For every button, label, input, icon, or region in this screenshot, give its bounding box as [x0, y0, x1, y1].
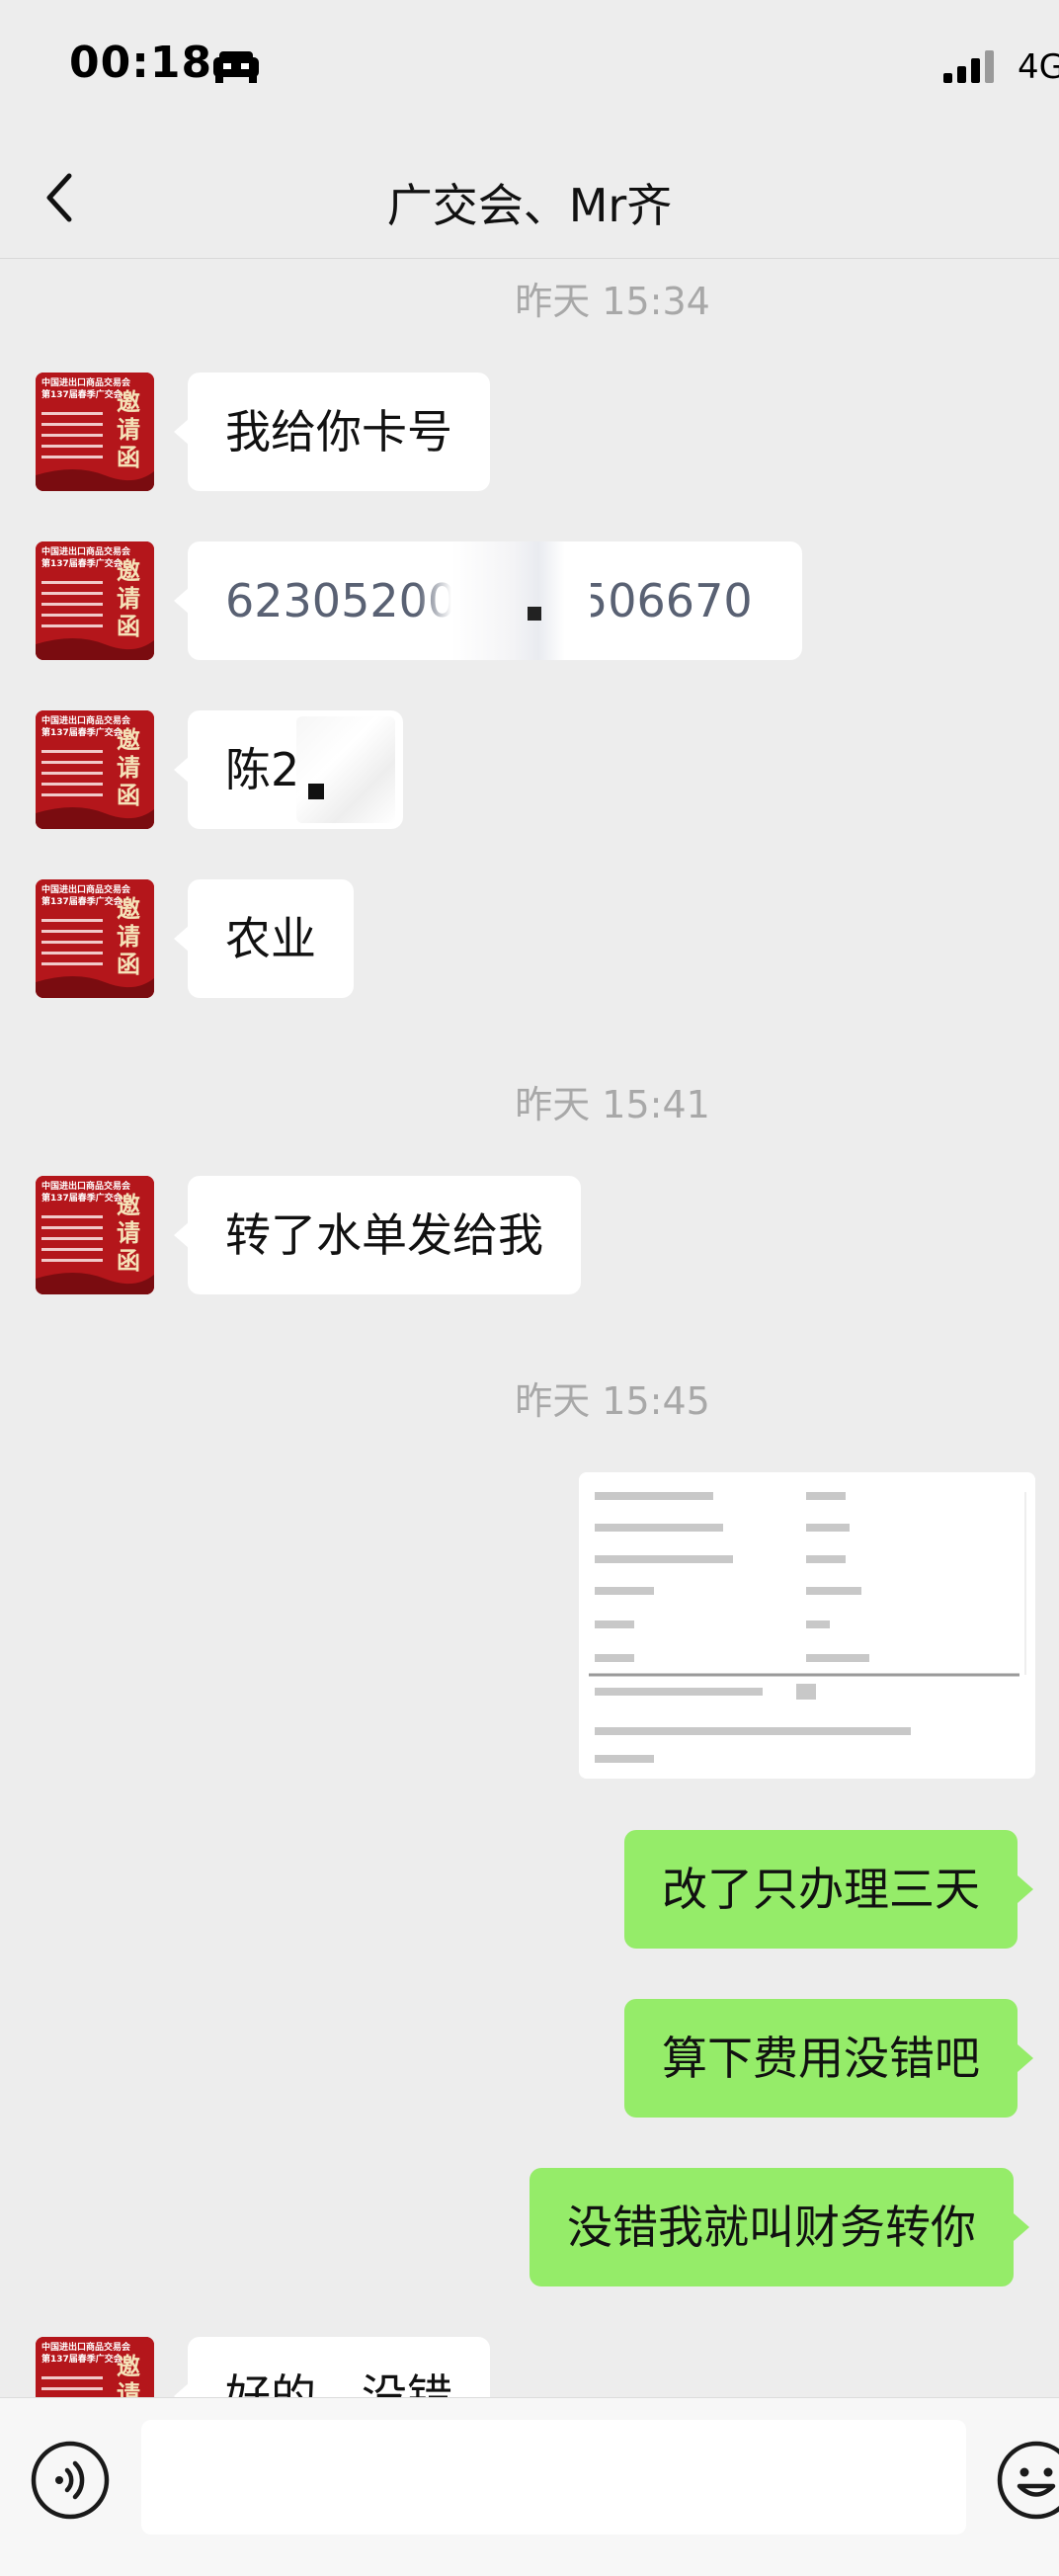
avatar-caption: 第137届春季广交会 [41, 2353, 123, 2365]
voice-icon[interactable] [30, 2440, 111, 2521]
input-bar [0, 2397, 1059, 2576]
avatar-stamp-char: 邀 [117, 556, 140, 585]
avatar-stamp-char: 邀 [117, 2352, 140, 2380]
avatar-stamp-char: 请 [117, 584, 140, 613]
redaction-blur [296, 716, 395, 823]
avatar-stamp-char: 请 [117, 753, 140, 782]
avatar-caption: 第137届春季广交会 [41, 726, 123, 738]
timestamp: 昨天 15:41 [515, 1083, 710, 1126]
timestamp: 昨天 15:34 [515, 280, 710, 323]
avatar-stamp-char: 邀 [117, 1191, 140, 1219]
nav-bar: 广交会、Mr齐 [0, 138, 1059, 259]
avatar-stamp-char: 函 [117, 443, 140, 471]
chat-title: 广交会、Mr齐 [386, 179, 673, 232]
avatar-image: 中国进出口商品交易会第137届春季广交会邀请函 [36, 879, 154, 998]
network-label: 4G [1018, 47, 1059, 87]
avatar-image: 中国进出口商品交易会第137届春季广交会邀请函 [36, 710, 154, 829]
avatar-caption: 第137届春季广交会 [41, 557, 123, 569]
status-bar: 00:18 4G [0, 0, 1059, 138]
message-bubble[interactable]: 改了只办理三天 [624, 1830, 1033, 1949]
avatar-stamp-char: 邀 [117, 894, 140, 923]
avatar-stamp-char: 邀 [117, 387, 140, 416]
message-bubble[interactable]: 我给你卡号 [174, 373, 490, 491]
message-bubble[interactable]: 陈2 [174, 710, 403, 829]
avatar-stamp-char: 邀 [117, 725, 140, 754]
avatar-stamp-char: 函 [117, 612, 140, 640]
message-bubble[interactable]: 623052008 506670 [174, 541, 802, 660]
status-time: 00:18 [69, 38, 213, 88]
avatar[interactable]: 中国进出口商品交易会第137届春季广交会邀请函 [36, 541, 154, 660]
emoji-icon[interactable] [996, 2440, 1059, 2521]
redaction-mark [308, 784, 324, 799]
avatar-image: 中国进出口商品交易会第137届春季广交会邀请函 [36, 541, 154, 660]
avatar-stamp-char: 函 [117, 1246, 140, 1275]
message-text: 陈2 [225, 743, 300, 796]
message-bubble[interactable]: 农业 [174, 879, 354, 998]
avatar-caption: 第137届春季广交会 [41, 388, 123, 400]
chat-screen: 00:18 4G 广交会、Mr齐 昨天 15:34 中国进出口商品交易会 第137… [0, 0, 1059, 2576]
avatar-caption: 第137届春季广交会 [41, 1192, 123, 1204]
signal-icon [943, 50, 994, 83]
car-icon [213, 51, 259, 83]
avatar[interactable]: 中国进出口商品交易会第137届春季广交会邀请函 [36, 710, 154, 829]
avatar-image: 中国进出口商品交易会第137届春季广交会邀请函 [36, 1176, 154, 1294]
timestamp: 昨天 15:45 [515, 1379, 710, 1423]
card-number-end: 506670 [579, 574, 753, 627]
message-bubble[interactable]: 算下费用没错吧 [624, 1999, 1033, 2118]
message-bubble[interactable]: 没错我就叫财务转你 [530, 2168, 1029, 2286]
redaction-blur [417, 541, 591, 660]
avatar-image: 中国进出口商品交易会第137届春季广交会邀请函 [36, 373, 154, 491]
avatar[interactable]: 中国进出口商品交易会第137届春季广交会邀请函 [36, 1176, 154, 1294]
avatar-stamp-char: 请 [117, 922, 140, 951]
image-message[interactable] [579, 1472, 1035, 1779]
avatar-stamp-char: 函 [117, 950, 140, 978]
avatar-stamp-char: 函 [117, 781, 140, 809]
redaction-mark [528, 607, 541, 621]
avatar[interactable]: 中国进出口商品交易会第137届春季广交会邀请函 [36, 879, 154, 998]
message-input[interactable] [141, 2420, 966, 2534]
receipt-image [579, 1472, 1035, 1779]
avatar-stamp-char: 请 [117, 415, 140, 444]
avatar-stamp-char: 请 [117, 1218, 140, 1247]
avatar-caption: 第137届春季广交会 [41, 895, 123, 907]
avatar[interactable]: 中国进出口商品交易会第137届春季广交会邀请函 [36, 373, 154, 491]
message-bubble[interactable]: 转了水单发给我 [174, 1176, 581, 1294]
